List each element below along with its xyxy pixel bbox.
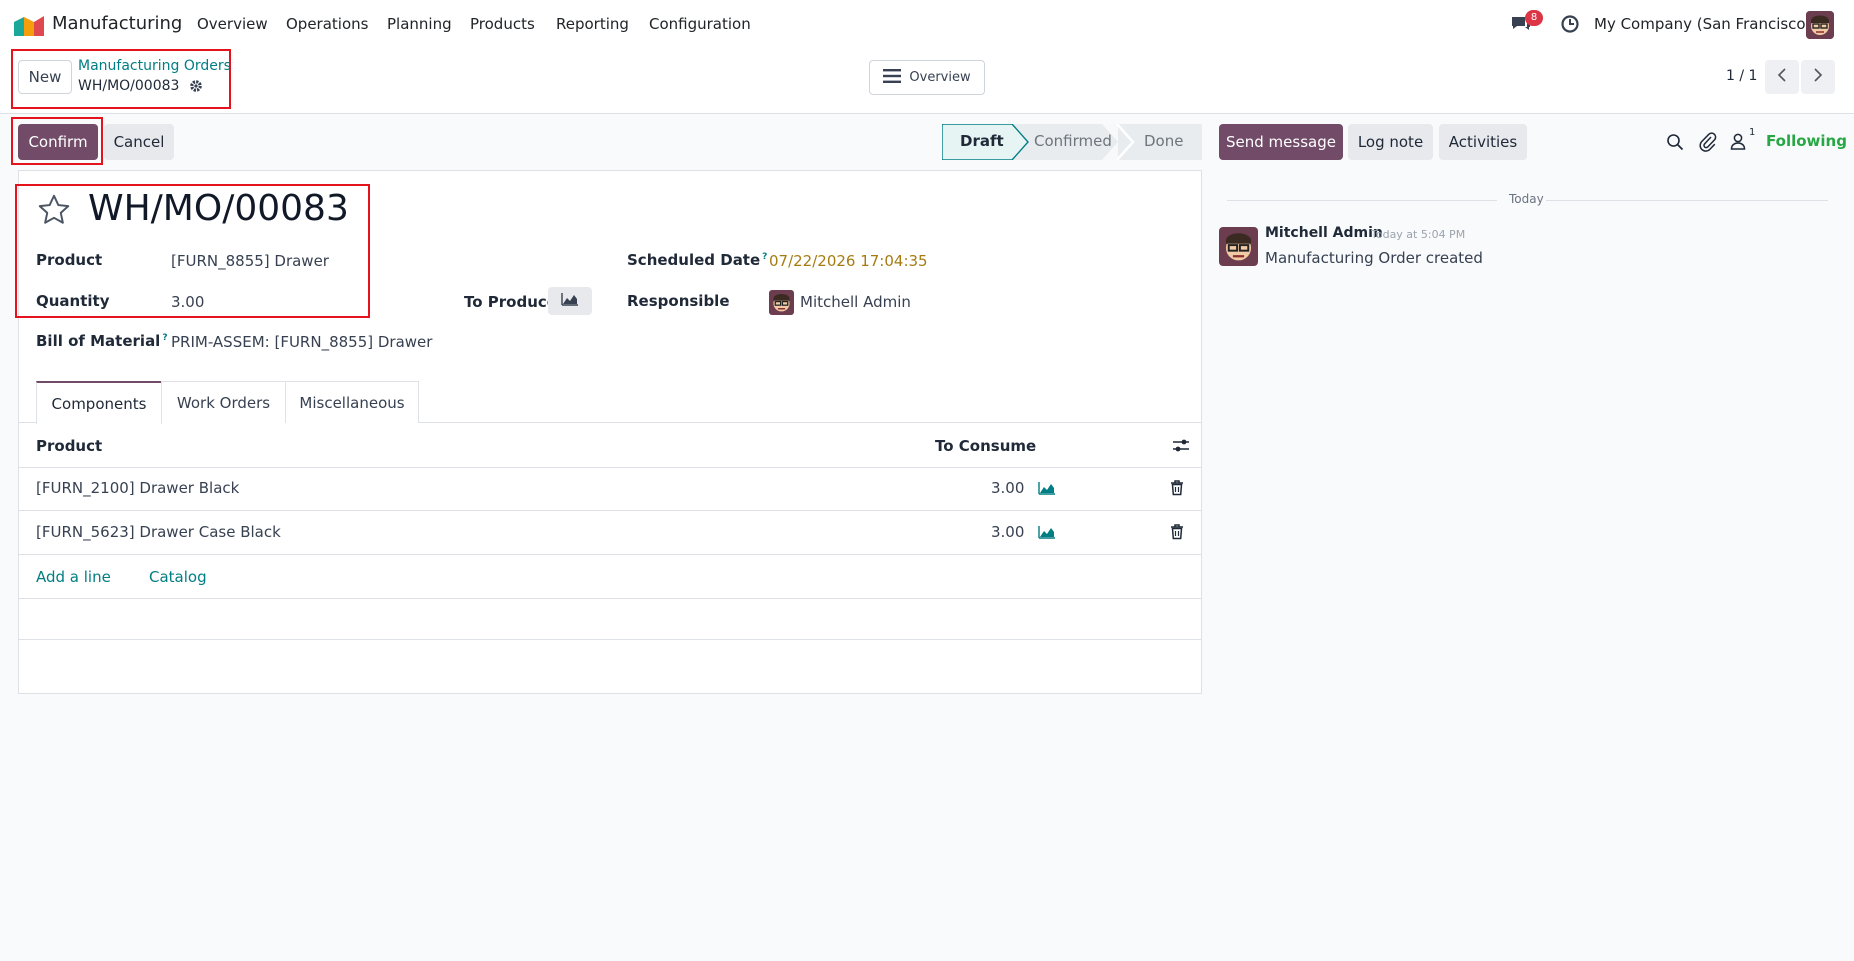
table-footer-divider bbox=[18, 639, 1202, 640]
forecast-button[interactable] bbox=[548, 287, 592, 315]
message-time: Today at 5:04 PM bbox=[1371, 228, 1466, 241]
status-confirmed[interactable]: Confirmed bbox=[1034, 132, 1112, 150]
top-navbar: Manufacturing Overview Operations Planni… bbox=[0, 0, 1854, 48]
quantity-label: Quantity bbox=[36, 292, 110, 310]
menu-operations[interactable]: Operations bbox=[286, 15, 368, 33]
status-draft[interactable]: Draft bbox=[960, 132, 1004, 150]
messages-badge: 8 bbox=[1525, 10, 1543, 26]
row-product[interactable]: [FURN_5623] Drawer Case Black bbox=[36, 523, 281, 541]
form-sheet bbox=[18, 170, 1202, 694]
search-icon[interactable] bbox=[1666, 133, 1684, 151]
record-title: WH/MO/00083 bbox=[88, 188, 349, 229]
menu-reporting[interactable]: Reporting bbox=[556, 15, 629, 33]
company-switcher[interactable]: My Company (San Francisco) bbox=[1594, 15, 1811, 33]
product-field[interactable]: [FURN_8855] Drawer bbox=[171, 252, 329, 270]
scheduled-date-field[interactable]: 07/22/2026 17:04:35 bbox=[769, 252, 928, 270]
breadcrumb-current-record: WH/MO/00083 bbox=[78, 78, 180, 94]
area-chart-icon bbox=[561, 292, 579, 310]
breadcrumb-manufacturing-orders[interactable]: Manufacturing Orders bbox=[78, 58, 231, 74]
col-header-to-consume[interactable]: To Consume bbox=[935, 437, 1036, 455]
responsible-field[interactable]: Mitchell Admin bbox=[800, 293, 911, 311]
date-separator-line-right bbox=[1546, 200, 1828, 201]
app-name[interactable]: Manufacturing bbox=[52, 13, 182, 34]
following-button[interactable]: Following bbox=[1766, 132, 1847, 150]
bom-label: Bill of Material? bbox=[36, 332, 168, 350]
catalog-link[interactable]: Catalog bbox=[149, 568, 207, 586]
add-line-link[interactable]: Add a line bbox=[36, 568, 111, 586]
overview-button[interactable]: Overview bbox=[869, 60, 985, 95]
product-label: Product bbox=[36, 251, 103, 269]
followers-icon[interactable] bbox=[1730, 132, 1746, 150]
message-body: Manufacturing Order created bbox=[1265, 249, 1483, 267]
status-bar: Draft Confirmed Done bbox=[942, 124, 1202, 160]
paperclip-icon[interactable] bbox=[1699, 132, 1717, 152]
app-logo-icon[interactable] bbox=[14, 14, 44, 36]
activity-clock-icon[interactable] bbox=[1560, 14, 1580, 34]
date-separator-line-left bbox=[1227, 200, 1497, 201]
bom-field[interactable]: PRIM-ASSEM: [FURN_8855] Drawer bbox=[171, 333, 432, 351]
date-separator: Today bbox=[1509, 192, 1544, 206]
user-avatar[interactable] bbox=[1806, 11, 1834, 39]
pager-next-button[interactable] bbox=[1801, 60, 1835, 94]
responsible-label: Responsible bbox=[627, 292, 730, 310]
pager-value[interactable]: 1 / 1 bbox=[1726, 68, 1757, 84]
delete-trash-icon[interactable] bbox=[1170, 480, 1184, 496]
scheduled-date-label: Scheduled Date? bbox=[627, 251, 767, 269]
pager-previous-button[interactable] bbox=[1765, 60, 1799, 94]
menu-overview[interactable]: Overview bbox=[197, 15, 268, 33]
chevron-left-icon bbox=[1777, 67, 1787, 87]
overview-label: Overview bbox=[909, 70, 971, 85]
delete-trash-icon[interactable] bbox=[1170, 524, 1184, 540]
log-note-button[interactable]: Log note bbox=[1348, 124, 1433, 160]
to-produce-label: To Produce bbox=[464, 293, 557, 311]
favorite-star-icon[interactable] bbox=[36, 192, 72, 228]
row-divider bbox=[18, 598, 1202, 599]
menu-products[interactable]: Products bbox=[470, 15, 535, 33]
tab-work-orders[interactable]: Work Orders bbox=[161, 381, 286, 423]
message-author[interactable]: Mitchell Admin bbox=[1265, 225, 1383, 241]
activities-button[interactable]: Activities bbox=[1439, 124, 1527, 160]
table-row[interactable]: [FURN_5623] Drawer Case Black 3.00 bbox=[18, 511, 1202, 554]
bom-label-text: Bill of Material bbox=[36, 332, 161, 350]
table-row[interactable]: [FURN_2100] Drawer Black 3.00 bbox=[18, 468, 1202, 510]
scheduled-date-label-text: Scheduled Date bbox=[627, 251, 761, 269]
confirm-button[interactable]: Confirm bbox=[18, 124, 98, 160]
row-divider bbox=[18, 554, 1202, 555]
new-button[interactable]: New bbox=[18, 60, 72, 94]
gear-icon[interactable] bbox=[189, 79, 203, 93]
message-author-avatar bbox=[1219, 227, 1258, 266]
quantity-field[interactable]: 3.00 bbox=[171, 293, 204, 311]
row-to-consume[interactable]: 3.00 bbox=[991, 479, 1024, 497]
optional-columns-icon[interactable] bbox=[1172, 437, 1190, 455]
forecast-chart-icon[interactable] bbox=[1038, 524, 1056, 540]
tab-miscellaneous[interactable]: Miscellaneous bbox=[285, 381, 419, 423]
send-message-button[interactable]: Send message bbox=[1219, 124, 1343, 160]
bom-help-icon[interactable]: ? bbox=[162, 333, 167, 343]
row-to-consume[interactable]: 3.00 bbox=[991, 523, 1024, 541]
status-done[interactable]: Done bbox=[1144, 132, 1183, 150]
responsible-avatar bbox=[769, 290, 794, 315]
col-header-product[interactable]: Product bbox=[36, 437, 102, 455]
menu-planning[interactable]: Planning bbox=[387, 15, 452, 33]
menu-configuration[interactable]: Configuration bbox=[649, 15, 751, 33]
tab-components[interactable]: Components bbox=[36, 381, 162, 424]
row-product[interactable]: [FURN_2100] Drawer Black bbox=[36, 479, 239, 497]
cancel-button[interactable]: Cancel bbox=[104, 124, 174, 160]
scheduled-help-icon[interactable]: ? bbox=[762, 252, 767, 262]
chevron-right-icon bbox=[1813, 67, 1823, 87]
forecast-chart-icon[interactable] bbox=[1038, 480, 1056, 496]
hamburger-icon bbox=[883, 68, 902, 87]
followers-count: 1 bbox=[1749, 127, 1756, 138]
